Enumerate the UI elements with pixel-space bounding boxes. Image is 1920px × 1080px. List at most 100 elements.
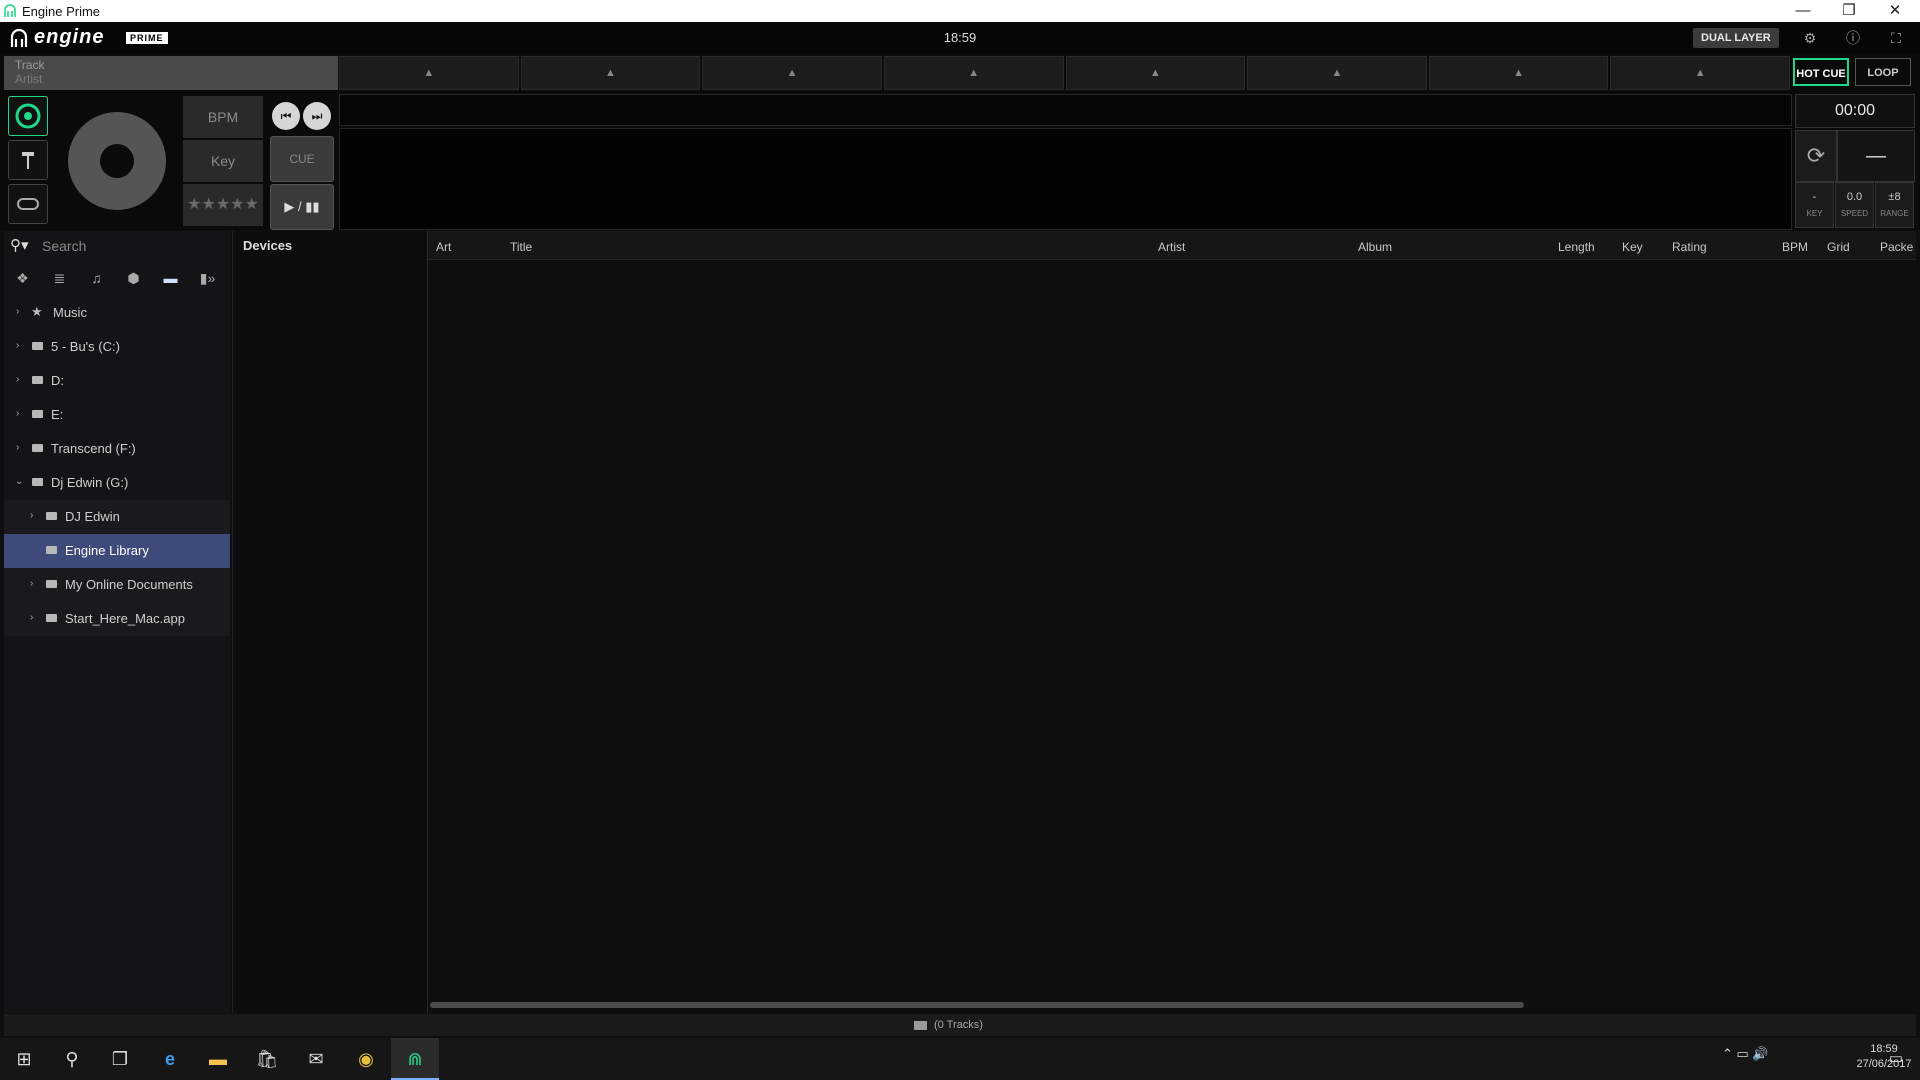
library-status-bar: (0 Tracks) — [4, 1014, 1916, 1036]
hot-cue-pad-3[interactable]: ▲ — [702, 56, 882, 90]
jog-platter[interactable] — [68, 112, 166, 210]
hot-cue-pad-2[interactable]: ▲ — [520, 56, 701, 90]
column-key[interactable]: Key — [1622, 240, 1643, 254]
tree-item-dj-edwin[interactable]: › DJ Edwin — [4, 500, 230, 534]
notification-icon[interactable]: ▭ — [1872, 1038, 1920, 1080]
cue-button[interactable]: CUE — [270, 136, 334, 182]
range-label: RANGE — [1880, 209, 1909, 218]
track-table-header: Art Title Artist Album Length Key Rating… — [428, 231, 1916, 260]
folder-icon[interactable]: ▬ — [152, 270, 189, 286]
tree-item-drive-c[interactable]: › 5 - Bu's (C:) — [4, 330, 230, 364]
collection-icon[interactable]: ❖ — [4, 270, 41, 287]
record-icon — [15, 103, 41, 129]
close-button[interactable]: ✕ — [1872, 0, 1918, 22]
engine-prime-taskbar-icon[interactable]: ⋒ — [391, 1038, 439, 1080]
tree-item-label: E: — [51, 407, 64, 422]
tree-item-drive-e[interactable]: › E: — [4, 398, 230, 432]
time-display: 00:00 — [1795, 94, 1915, 128]
tree-item-label: Music — [53, 305, 87, 320]
speed-value: 0.0 — [1846, 191, 1863, 203]
column-packed[interactable]: Packe — [1880, 240, 1913, 254]
usb-icon[interactable]: ▮» — [189, 270, 226, 287]
mail-icon[interactable]: ✉ — [292, 1038, 340, 1080]
previous-track-button[interactable]: ⏮ — [272, 102, 300, 130]
loop-mode-button[interactable]: LOOP — [1855, 58, 1911, 86]
store-icon[interactable]: 🛍 — [243, 1038, 291, 1080]
column-album[interactable]: Album — [1358, 240, 1392, 254]
chrome-icon[interactable]: ◉ — [342, 1038, 390, 1080]
waveform-overview[interactable] — [339, 94, 1792, 126]
folder-icon — [32, 478, 43, 486]
hot-cue-pad-7[interactable]: ▲ — [1428, 56, 1609, 90]
waveform-main[interactable] — [339, 128, 1792, 230]
key-lock-button[interactable]: - KEY — [1795, 182, 1834, 228]
range-button[interactable]: ±8 RANGE — [1875, 182, 1914, 228]
window-title-bar: Engine Prime — ❐ ✕ — [0, 0, 1920, 22]
hot-cue-pad-8[interactable]: ▲ — [1610, 56, 1790, 90]
restore-button[interactable]: ❐ — [1826, 0, 1872, 22]
search-input[interactable]: Search — [42, 238, 86, 254]
header-clock: 18:59 — [943, 30, 977, 45]
gear-icon[interactable]: ⚙ — [1800, 28, 1820, 48]
source-icon-row: ❖ ≣ ♫ ⬢ ▬ ▮» — [4, 264, 230, 292]
package-icon[interactable]: ⬢ — [115, 270, 152, 287]
hot-cue-pad-6[interactable]: ▲ — [1247, 56, 1427, 90]
tree-item-drive-g[interactable]: ⌄ Dj Edwin (G:) — [4, 466, 230, 500]
playlist-icon[interactable]: ≣ — [41, 270, 78, 287]
tree-item-music[interactable]: › ★ Music — [4, 296, 230, 330]
bpm-display: BPM — [183, 96, 263, 138]
hot-cue-pad-5[interactable]: ▲ — [1065, 56, 1246, 90]
track-info: Track Artist — [4, 56, 338, 90]
tree-item-my-online-documents[interactable]: › My Online Documents — [4, 568, 230, 602]
edge-browser-icon[interactable]: e — [146, 1038, 194, 1080]
chevron-down-icon: ⌄ — [15, 476, 24, 487]
fullscreen-icon[interactable]: ⛶ — [1886, 28, 1906, 48]
column-bpm[interactable]: BPM — [1782, 240, 1808, 254]
column-grid[interactable]: Grid — [1827, 240, 1850, 254]
speed-button[interactable]: 0.0 SPEED — [1835, 182, 1874, 228]
column-artist[interactable]: Artist — [1158, 240, 1185, 254]
windows-start-icon[interactable]: ⊞ — [0, 1038, 48, 1080]
info-icon[interactable]: ⓘ — [1843, 28, 1863, 48]
chevron-right-icon: › — [16, 340, 20, 351]
range-value: ±8 — [1888, 191, 1901, 203]
rating-stars[interactable]: ★★★★★ — [183, 184, 263, 226]
tree-item-drive-d[interactable]: › D: — [4, 364, 230, 398]
tree-item-drive-f[interactable]: › Transcend (F:) — [4, 432, 230, 466]
search-icon[interactable]: ⚲ — [48, 1038, 96, 1080]
triangle-up-icon: ▲ — [1694, 67, 1706, 79]
sync-button[interactable]: ⟳ — [1795, 130, 1837, 182]
file-explorer-icon[interactable]: ▬ — [194, 1038, 242, 1080]
triangle-up-icon: ▲ — [786, 67, 798, 79]
key-value: - — [1812, 191, 1817, 203]
tree-item-label: Engine Library — [65, 543, 149, 558]
loop-view-button[interactable] — [8, 184, 48, 224]
next-track-button[interactable]: ⏭ — [303, 102, 331, 130]
column-rating[interactable]: Rating — [1672, 240, 1707, 254]
hot-cue-mode-button[interactable]: HOT CUE — [1793, 58, 1849, 86]
folder-icon — [32, 410, 43, 418]
tree-item-engine-library[interactable]: Engine Library — [4, 534, 230, 568]
triangle-up-icon: ▲ — [604, 67, 616, 79]
pitch-fader-button[interactable] — [8, 140, 48, 180]
deck-view-button[interactable] — [8, 96, 48, 136]
search-bar[interactable]: ⚲▾ Search — [4, 234, 230, 258]
triangle-up-icon: ▲ — [1513, 67, 1524, 79]
folder-icon — [32, 444, 43, 452]
hot-cue-pad-4[interactable]: ▲ — [883, 56, 1064, 90]
task-view-icon[interactable]: ❐ — [96, 1038, 144, 1080]
column-art[interactable]: Art — [436, 240, 451, 254]
track-table-body[interactable] — [428, 260, 1916, 1003]
hot-cue-pad-1[interactable]: ▲ — [339, 56, 519, 90]
tree-item-start-here-mac[interactable]: › Start_Here_Mac.app — [4, 602, 230, 636]
minimize-button[interactable]: — — [1780, 0, 1826, 22]
column-title[interactable]: Title — [510, 240, 532, 254]
track-count: (0 Tracks) — [934, 1019, 983, 1031]
tree-item-label: Start_Here_Mac.app — [65, 611, 185, 626]
dual-layer-button[interactable]: DUAL LAYER — [1693, 28, 1779, 48]
play-pause-button[interactable]: ▶ / ▮▮ — [270, 184, 334, 230]
horizontal-scrollbar[interactable] — [430, 1002, 1524, 1008]
system-tray-icons[interactable]: ⌃ ▭ 🔊 — [1722, 1046, 1769, 1062]
column-length[interactable]: Length — [1558, 240, 1595, 254]
itunes-icon[interactable]: ♫ — [78, 270, 115, 286]
